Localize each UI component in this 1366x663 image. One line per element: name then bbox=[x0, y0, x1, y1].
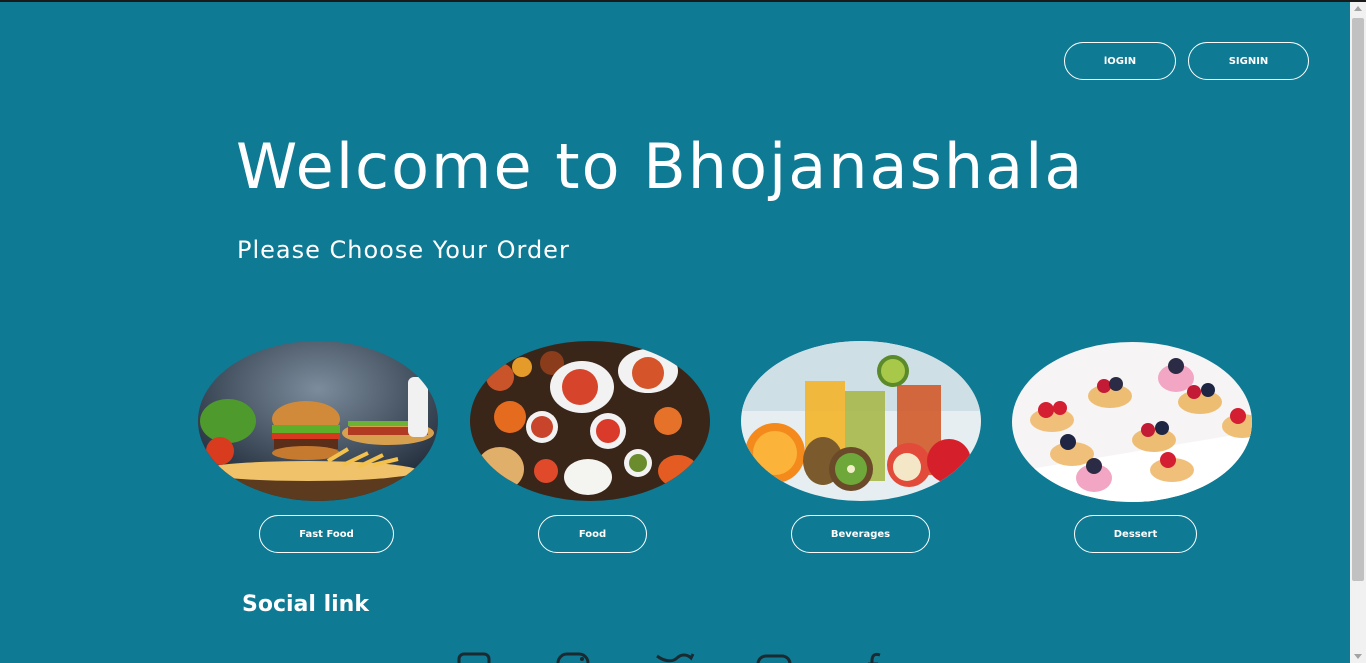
instagram-icon[interactable] bbox=[556, 652, 590, 663]
vertical-scrollbar[interactable] bbox=[1350, 2, 1366, 663]
facebook-icon[interactable] bbox=[864, 652, 884, 663]
signin-button[interactable]: SIGNIN bbox=[1188, 42, 1309, 80]
beverages-image[interactable] bbox=[741, 341, 981, 501]
page-subtitle: Please Choose Your Order bbox=[237, 236, 570, 264]
youtube-icon[interactable] bbox=[756, 652, 792, 663]
scroll-up-icon[interactable] bbox=[1354, 6, 1362, 11]
scrollbar-thumb[interactable] bbox=[1352, 18, 1364, 581]
linkedin-icon[interactable] bbox=[457, 652, 491, 663]
page: lOGIN SIGNIN Welcome to Bhojanashala Ple… bbox=[0, 2, 1350, 663]
category-dessert-button[interactable]: Dessert bbox=[1074, 515, 1197, 553]
fast-food-image[interactable] bbox=[198, 341, 438, 501]
food-image[interactable] bbox=[470, 341, 710, 501]
dessert-image[interactable] bbox=[1012, 342, 1252, 502]
page-title: Welcome to Bhojanashala bbox=[236, 130, 1085, 203]
category-beverages-button[interactable]: Beverages bbox=[791, 515, 930, 553]
twitter-icon[interactable] bbox=[655, 652, 695, 663]
category-food-button[interactable]: Food bbox=[538, 515, 647, 553]
scroll-down-icon[interactable] bbox=[1354, 654, 1362, 659]
social-link-heading: Social link bbox=[242, 592, 369, 617]
category-fast-food-button[interactable]: Fast Food bbox=[259, 515, 394, 553]
login-button[interactable]: lOGIN bbox=[1064, 42, 1176, 80]
